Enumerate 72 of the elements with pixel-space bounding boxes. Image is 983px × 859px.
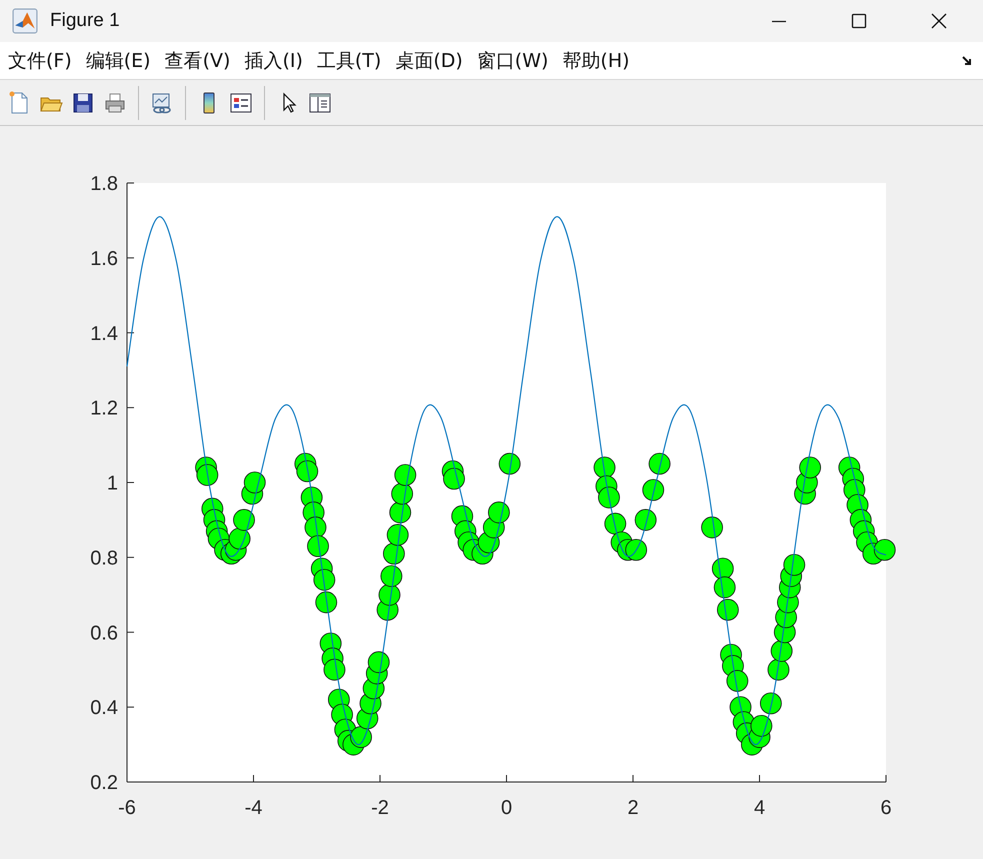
window-title: Figure 1 (50, 10, 120, 32)
dock-arrow-icon[interactable] (961, 54, 973, 66)
maximize-icon[interactable] (851, 13, 867, 29)
data-point (625, 539, 648, 561)
data-point (701, 516, 723, 538)
tick-label: -2 (371, 797, 389, 819)
menu-item[interactable]: 窗口(W) (470, 48, 554, 74)
data-point (394, 464, 416, 486)
legend-icon[interactable] (229, 90, 253, 114)
tick-label: 4 (754, 797, 766, 819)
tick-label: -4 (244, 797, 262, 819)
data-point (770, 640, 793, 662)
data-point (386, 524, 409, 546)
data-point (648, 452, 670, 475)
tick-label: 0.8 (90, 547, 118, 570)
data-point (324, 658, 346, 681)
data-point (313, 568, 336, 591)
tick-label: 1.6 (90, 248, 118, 270)
data-point (716, 598, 739, 621)
menu-item[interactable]: 插入(I) (238, 48, 309, 74)
data-point (604, 512, 626, 535)
data-point (350, 726, 372, 748)
data-point (307, 535, 329, 558)
tick-label: 0.4 (90, 697, 118, 720)
data-point (233, 509, 255, 531)
tick-label: 6 (880, 797, 892, 819)
tick-label: 0 (500, 797, 512, 819)
data-point (642, 479, 664, 501)
data-point (598, 486, 620, 508)
property-panel-icon[interactable] (308, 90, 332, 114)
data-point (726, 670, 748, 692)
menu-item[interactable]: 编辑(E) (80, 48, 157, 74)
tick-label: 0.2 (90, 772, 118, 794)
data-point (634, 509, 657, 531)
data-point (799, 456, 821, 478)
data-point (498, 452, 521, 475)
data-point (760, 692, 782, 714)
data-point (304, 516, 326, 538)
menu-item[interactable]: 桌面(D) (389, 48, 469, 74)
menu-item[interactable]: 帮助(H) (556, 48, 636, 74)
close-icon[interactable] (931, 13, 947, 29)
tick-label: 1.2 (90, 398, 118, 420)
menu-item[interactable]: 工具(T) (310, 48, 388, 74)
data-point (368, 651, 390, 674)
menu-item[interactable]: 文件(F) (2, 48, 78, 74)
data-point (874, 539, 896, 561)
data-point (378, 584, 400, 606)
tick-label: 0.6 (90, 622, 118, 644)
data-point (196, 464, 218, 486)
data-point (383, 542, 405, 565)
menu-item[interactable]: 查看(V) (158, 48, 236, 74)
data-point (750, 714, 772, 737)
data-point (296, 460, 318, 482)
data-point (315, 591, 338, 614)
data-point (228, 528, 250, 550)
data-point (714, 576, 736, 598)
tick-label: 1.8 (90, 173, 118, 195)
data-point (244, 472, 266, 494)
tick-label: -6 (118, 797, 136, 819)
tick-label: 1 (106, 472, 118, 494)
data-point (594, 456, 616, 478)
save-icon[interactable] (71, 90, 95, 114)
data-point (380, 565, 402, 587)
data-point (712, 558, 734, 580)
data-point (488, 502, 510, 524)
printer-icon[interactable] (103, 90, 127, 114)
data-point (783, 554, 806, 576)
tick-label: 1.4 (90, 322, 118, 345)
tick-label: 2 (627, 797, 639, 819)
logo-icon (12, 8, 38, 34)
data-point (443, 468, 465, 490)
data-point (389, 502, 412, 524)
